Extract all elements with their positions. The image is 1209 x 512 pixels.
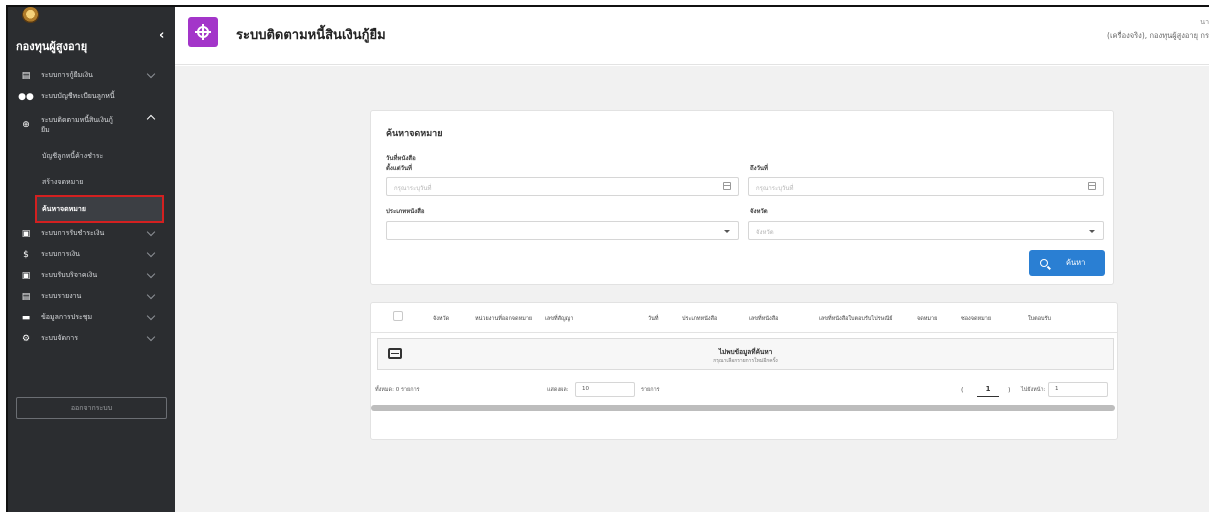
calendar-icon[interactable] bbox=[723, 182, 731, 190]
sidebar-item-label: ระบบรับบริจาคเงิน bbox=[41, 271, 98, 279]
sidebar-item-label: ระบบการรับชำระเงิน bbox=[41, 229, 105, 237]
sidebar-item-payment[interactable]: ▣ ระบบการรับชำระเงิน bbox=[8, 223, 175, 244]
column-header[interactable]: จดหมาย bbox=[917, 315, 937, 323]
user-organization: (เครื่องจริง), กองทุนผู้สูงอายุ กร bbox=[1107, 31, 1209, 40]
horizontal-scrollbar[interactable] bbox=[371, 405, 1115, 411]
topbar: ระบบติดตามหนี้สินเงินกู้ยืม นา (เครื่องจ… bbox=[175, 7, 1209, 65]
chevron-up-icon bbox=[146, 114, 156, 124]
users-icon: ●● bbox=[18, 91, 34, 102]
select-all-checkbox[interactable] bbox=[393, 311, 403, 321]
column-header[interactable]: เลขที่หนังสือใบตอบรับไปรษณีย์ bbox=[819, 315, 893, 323]
province-select[interactable]: จังหวัด bbox=[748, 221, 1104, 240]
sidebar-item-label: ระบบบัญชีทะเบียนลูกหนี้ bbox=[41, 92, 115, 100]
main-content: ค้นหาจดหมาย วันที่หนังสือ ตั้งแต่วันที่ … bbox=[175, 66, 1209, 512]
search-button[interactable]: ค้นหา bbox=[1029, 250, 1105, 276]
sidebar-item-debtor-register[interactable]: ●● ระบบบัญชีทะเบียนลูกหนี้ bbox=[8, 86, 175, 107]
sidebar-item-label: ระบบรายงาน bbox=[41, 292, 82, 300]
goto-page-label: ไปยังหน้า: bbox=[1021, 387, 1046, 393]
column-header[interactable]: ใบตอบรับ bbox=[1028, 315, 1051, 323]
chevron-down-icon bbox=[146, 290, 156, 300]
page-size-input[interactable]: 10 bbox=[575, 382, 635, 397]
gears-icon: ⚙ bbox=[21, 333, 31, 344]
sidebar-item-label: ระบบจัดการ bbox=[41, 334, 78, 342]
brand: กองทุนผู้สูงอายุ ‹ bbox=[8, 7, 175, 65]
total-count: ทั้งหมด: 0 รายการ bbox=[375, 387, 420, 393]
brand-title: กองทุนผู้สูงอายุ bbox=[16, 40, 88, 53]
sidebar-item-report[interactable]: ▤ ระบบรายงาน bbox=[8, 286, 175, 307]
to-date-placeholder: กรุณาระบุวันที่ bbox=[756, 185, 794, 192]
sidebar-item-label: ข้อมูลการประชุม bbox=[41, 313, 93, 321]
column-header[interactable]: ประเภทหนังสือ bbox=[682, 315, 717, 323]
to-date-input[interactable]: กรุณาระบุวันที่ bbox=[748, 177, 1104, 196]
goto-page-input[interactable]: 1 bbox=[1048, 382, 1108, 397]
monitor-icon: ▬ bbox=[21, 312, 31, 323]
sidebar-item-admin[interactable]: ⚙ ระบบจัดการ bbox=[8, 328, 175, 349]
sidebar-subitem-overdue[interactable]: บัญชีลูกหนี้ค้างชำระ bbox=[8, 143, 175, 169]
chevron-down-icon bbox=[1089, 230, 1095, 233]
column-header[interactable]: เลขที่สัญญา bbox=[545, 315, 573, 323]
collapse-sidebar-icon[interactable]: ‹ bbox=[159, 28, 164, 43]
id-card-icon: ▤ bbox=[21, 70, 31, 81]
empty-state-title: ไม่พบข้อมูลที่ค้นหา bbox=[718, 348, 773, 356]
search-card: ค้นหาจดหมาย วันที่หนังสือ ตั้งแต่วันที่ … bbox=[370, 110, 1114, 285]
sidebar-item-label: ระบบการเงิน bbox=[41, 250, 80, 258]
calendar-icon[interactable] bbox=[1088, 182, 1096, 190]
to-date-label: ถึงวันที่ bbox=[750, 165, 768, 172]
search-button-label: ค้นหา bbox=[1066, 258, 1086, 267]
chevron-down-icon bbox=[724, 230, 730, 233]
empty-state-row: ไม่พบข้อมูลที่ค้นหา กรุณาเลือกรายการใหม่… bbox=[377, 338, 1114, 370]
column-header[interactable]: เลขที่หนังสือ bbox=[749, 315, 778, 323]
user-name[interactable]: นา bbox=[1200, 17, 1209, 28]
chevron-down-icon bbox=[146, 332, 156, 342]
column-header[interactable]: วันที่ bbox=[648, 315, 658, 323]
chevron-down-icon bbox=[146, 311, 156, 321]
items-label: รายการ bbox=[641, 387, 660, 393]
table-header: จังหวัด หน่วยงานที่ออกจดหมาย เลขที่สัญญา… bbox=[371, 303, 1117, 333]
sidebar-item-label: ระบบติดตามหนี้สินเงินกู้ยืม bbox=[41, 116, 113, 134]
sidebar-item-meeting[interactable]: ▬ ข้อมูลการประชุม bbox=[8, 307, 175, 328]
search-card-title: ค้นหาจดหมาย bbox=[386, 129, 443, 139]
province-label: จังหวัด bbox=[750, 208, 768, 215]
sidebar: กองทุนผู้สูงอายุ ‹ ▤ ระบบการกู้ยืมเงิน ●… bbox=[8, 7, 175, 512]
crosshair-icon: ⊕ bbox=[22, 120, 30, 130]
next-page-button[interactable]: ) bbox=[1008, 386, 1011, 394]
chevron-down-icon bbox=[146, 227, 156, 237]
chevron-down-icon bbox=[146, 69, 156, 79]
sidebar-item-debt-tracking[interactable]: ⊕ ระบบติดตามหนี้สินเงินกู้ยืม bbox=[8, 107, 175, 143]
column-header[interactable]: จังหวัด bbox=[433, 315, 449, 323]
sidebar-item-donation[interactable]: ▣ ระบบรับบริจาคเงิน bbox=[8, 265, 175, 286]
search-icon bbox=[1040, 259, 1048, 267]
dollar-icon: $ bbox=[23, 249, 29, 260]
sidebar-item-label: ระบบการกู้ยืมเงิน bbox=[41, 71, 93, 79]
prev-page-button[interactable]: ( bbox=[961, 386, 964, 394]
letter-type-label: ประเภทหนังสือ bbox=[386, 208, 425, 215]
money-icon: ▣ bbox=[21, 270, 31, 281]
sidebar-item-loan[interactable]: ▤ ระบบการกู้ยืมเงิน bbox=[8, 65, 175, 86]
results-table: จังหวัด หน่วยงานที่ออกจดหมาย เลขที่สัญญา… bbox=[370, 302, 1118, 440]
page-size-label: แสดงผล: bbox=[547, 387, 569, 393]
date-group-label: วันที่หนังสือ bbox=[386, 155, 416, 162]
app-frame: กองทุนผู้สูงอายุ ‹ ▤ ระบบการกู้ยืมเงิน ●… bbox=[6, 5, 1209, 512]
letter-type-select[interactable] bbox=[386, 221, 739, 240]
column-header[interactable]: หน่วยงานที่ออกจดหมาย bbox=[475, 315, 532, 323]
from-date-input[interactable]: กรุณาระบุวันที่ bbox=[386, 177, 739, 196]
chevron-down-icon bbox=[146, 248, 156, 258]
file-icon: ▤ bbox=[21, 291, 31, 302]
money-icon: ▣ bbox=[21, 228, 31, 239]
from-date-placeholder: กรุณาระบุวันที่ bbox=[394, 185, 432, 192]
logout-button[interactable]: ออกจากระบบ bbox=[16, 397, 167, 419]
chevron-down-icon bbox=[146, 269, 156, 279]
empty-state-subtitle: กรุณาเลือกรายการใหม่อีกครั้ง bbox=[713, 358, 778, 364]
logo-icon bbox=[22, 7, 39, 23]
sidebar-subitem-search-letter[interactable]: ค้นหาจดหมาย bbox=[35, 195, 164, 223]
page-title: ระบบติดตามหนี้สินเงินกู้ยืม bbox=[236, 28, 386, 43]
sidebar-item-finance[interactable]: $ ระบบการเงิน bbox=[8, 244, 175, 265]
column-header[interactable]: ซองจดหมาย bbox=[961, 315, 991, 323]
from-date-label: ตั้งแต่วันที่ bbox=[386, 165, 413, 172]
sidebar-subitem-create-letter[interactable]: สร้างจดหมาย bbox=[8, 169, 175, 195]
province-placeholder: จังหวัด bbox=[756, 229, 774, 236]
current-page[interactable]: 1 bbox=[977, 383, 999, 397]
crosshair-icon bbox=[188, 17, 218, 47]
